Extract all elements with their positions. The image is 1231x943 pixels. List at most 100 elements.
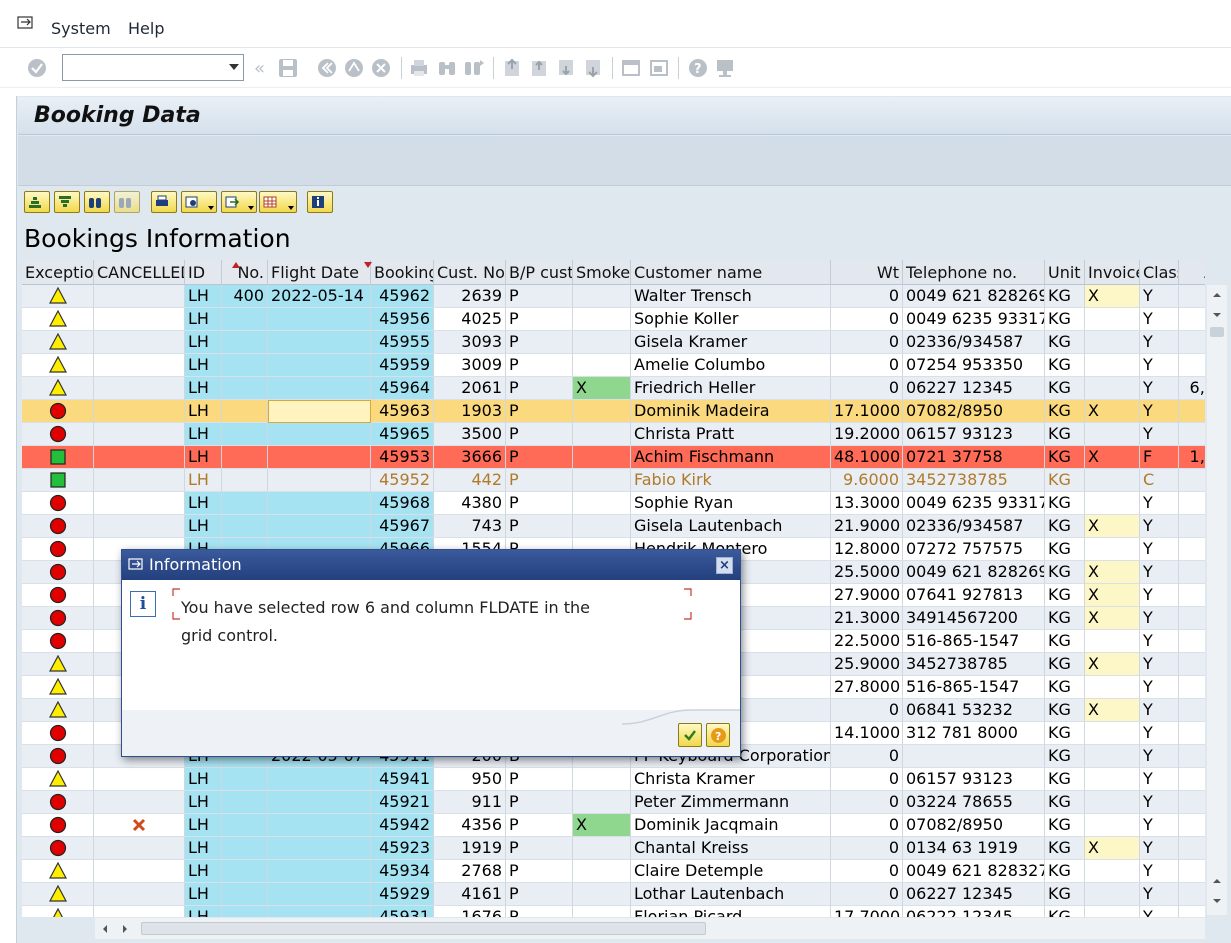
cell-booking[interactable]: 45964: [371, 377, 434, 400]
cell-invoice[interactable]: [1085, 676, 1140, 699]
cell-booking[interactable]: 45959: [371, 354, 434, 377]
cell-exception[interactable]: [22, 722, 94, 745]
cell-telephone[interactable]: 07641 927813: [903, 584, 1045, 607]
table-row[interactable]: LH 45965 3500 P Christa Pratt 19.2000 06157 93…: [22, 423, 1205, 446]
cell-a[interactable]: 6: [1179, 285, 1205, 308]
cell-flight-no[interactable]: [222, 469, 268, 492]
cell-class[interactable]: Y: [1140, 768, 1179, 791]
cell-telephone[interactable]: 0049 621 8282693: [903, 285, 1045, 308]
cell-bp-cust[interactable]: P: [506, 814, 573, 837]
cell-id[interactable]: LH: [185, 860, 222, 883]
cell-unit[interactable]: KG: [1045, 400, 1085, 423]
cell-smoker[interactable]: [573, 883, 631, 906]
scroll-right-icon[interactable]: [119, 923, 131, 935]
cell-unit[interactable]: KG: [1045, 607, 1085, 630]
cell-customer-no[interactable]: 950: [434, 768, 506, 791]
cell-booking[interactable]: 45941: [371, 768, 434, 791]
cell-customer-no[interactable]: 4380: [434, 492, 506, 515]
cell-weight[interactable]: 0: [831, 354, 903, 377]
cell-customer-no[interactable]: 2639: [434, 285, 506, 308]
cell-invoice[interactable]: X: [1085, 515, 1140, 538]
new-session-icon[interactable]: [620, 57, 642, 79]
scroll-thumb[interactable]: [1210, 327, 1224, 337]
column-header[interactable]: ID: [185, 260, 222, 285]
cell-flight-no[interactable]: [222, 814, 268, 837]
cell-id[interactable]: LH: [185, 446, 222, 469]
cell-exception[interactable]: [22, 860, 94, 883]
cell-a[interactable]: 5: [1179, 423, 1205, 446]
cell-flight-date[interactable]: [268, 906, 371, 917]
table-row[interactable]: LH 45963 1903 P Dominik Madeira 17.1000 07082/…: [22, 400, 1205, 423]
sort-ascending-button[interactable]: [24, 191, 50, 213]
cell-cancelled[interactable]: [94, 860, 185, 883]
cell-a[interactable]: 6: [1179, 699, 1205, 722]
cell-bp-cust[interactable]: P: [506, 837, 573, 860]
cell-unit[interactable]: KG: [1045, 745, 1085, 768]
cell-weight[interactable]: 0: [831, 331, 903, 354]
cell-invoice[interactable]: [1085, 906, 1140, 917]
cell-telephone[interactable]: [903, 745, 1045, 768]
cell-customer-name[interactable]: Lothar Lautenbach: [631, 883, 831, 906]
cell-customer-no[interactable]: 3093: [434, 331, 506, 354]
view-button[interactable]: [181, 191, 217, 213]
cell-class[interactable]: C: [1140, 469, 1179, 492]
cell-weight[interactable]: 0: [831, 860, 903, 883]
cell-weight[interactable]: 0: [831, 791, 903, 814]
cell-telephone[interactable]: 0049 621 8282693: [903, 561, 1045, 584]
cell-unit[interactable]: KG: [1045, 285, 1085, 308]
cell-id[interactable]: LH: [185, 883, 222, 906]
cell-unit[interactable]: KG: [1045, 469, 1085, 492]
cell-unit[interactable]: KG: [1045, 561, 1085, 584]
cell-bp-cust[interactable]: P: [506, 331, 573, 354]
cell-invoice[interactable]: [1085, 630, 1140, 653]
cell-a[interactable]: 5: [1179, 745, 1205, 768]
table-row[interactable]: LH 45929 4161 P Lothar Lautenbach 0 06227 1234…: [22, 883, 1205, 906]
cell-id[interactable]: LH: [185, 354, 222, 377]
cell-booking[interactable]: 45952: [371, 469, 434, 492]
table-row[interactable]: LH 45942 4356 P X Dominik Jacqmain 0 07082/8950…: [22, 814, 1205, 837]
cell-unit[interactable]: KG: [1045, 538, 1085, 561]
cell-bp-cust[interactable]: P: [506, 423, 573, 446]
cell-customer-name[interactable]: Chantal Kreiss: [631, 837, 831, 860]
cell-flight-date[interactable]: [268, 860, 371, 883]
cell-invoice[interactable]: X: [1085, 837, 1140, 860]
cell-a[interactable]: 5: [1179, 561, 1205, 584]
cell-class[interactable]: Y: [1140, 377, 1179, 400]
table-row[interactable]: LH 45934 2768 P Claire Detemple 0 0049 621 828…: [22, 860, 1205, 883]
cell-smoker[interactable]: X: [573, 814, 631, 837]
cell-telephone[interactable]: 06157 93123: [903, 768, 1045, 791]
cell-invoice[interactable]: X: [1085, 285, 1140, 308]
cell-weight[interactable]: 0: [831, 837, 903, 860]
cell-class[interactable]: Y: [1140, 630, 1179, 653]
chevron-down-icon[interactable]: [229, 64, 239, 70]
cell-weight[interactable]: 12.8000: [831, 538, 903, 561]
cell-id[interactable]: LH: [185, 400, 222, 423]
cell-unit[interactable]: KG: [1045, 722, 1085, 745]
cell-a[interactable]: 6: [1179, 308, 1205, 331]
next-page-icon[interactable]: [555, 57, 577, 79]
column-header[interactable]: A: [1179, 260, 1205, 285]
cell-booking[interactable]: 45934: [371, 860, 434, 883]
cell-weight[interactable]: 19.2000: [831, 423, 903, 446]
find-next-icon[interactable]: [463, 57, 485, 79]
column-header[interactable]: No.: [222, 260, 268, 285]
cell-id[interactable]: LH: [185, 492, 222, 515]
cell-booking[interactable]: 45963: [371, 400, 434, 423]
cell-telephone[interactable]: 06222 12345: [903, 906, 1045, 917]
cell-invoice[interactable]: X: [1085, 607, 1140, 630]
cell-flight-date[interactable]: [268, 883, 371, 906]
cell-cancelled[interactable]: [94, 906, 185, 917]
cell-customer-name[interactable]: Dominik Madeira: [631, 400, 831, 423]
cell-a[interactable]: 7: [1179, 469, 1205, 492]
previous-page-icon[interactable]: [528, 57, 550, 79]
cell-bp-cust[interactable]: P: [506, 285, 573, 308]
cell-invoice[interactable]: [1085, 860, 1140, 883]
table-row[interactable]: LH 45921 911 P Peter Zimmermann 0 03224 78655 K…: [22, 791, 1205, 814]
cell-class[interactable]: Y: [1140, 538, 1179, 561]
cell-flight-date[interactable]: [268, 446, 371, 469]
cell-exception[interactable]: [22, 630, 94, 653]
scroll-up-icon[interactable]: [1211, 289, 1223, 301]
cell-unit[interactable]: KG: [1045, 837, 1085, 860]
cell-unit[interactable]: KG: [1045, 814, 1085, 837]
cell-cancelled[interactable]: [94, 423, 185, 446]
